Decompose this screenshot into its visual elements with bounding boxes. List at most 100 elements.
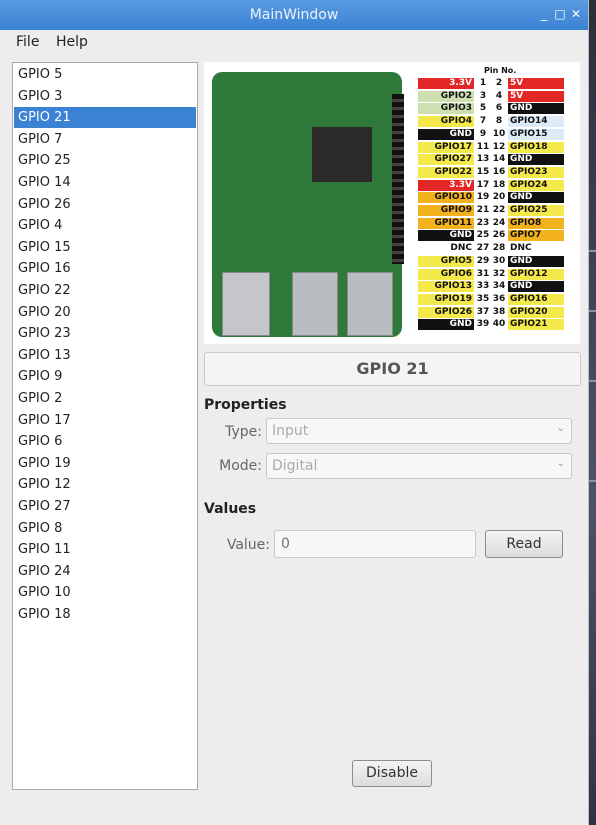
usb-port (347, 272, 393, 336)
pin-left-number: 33 (476, 281, 490, 292)
list-item[interactable]: GPIO 3 (14, 86, 196, 107)
type-value: Input (272, 423, 309, 439)
list-item[interactable]: GPIO 6 (14, 431, 196, 452)
pin-right-number: 30 (492, 255, 506, 266)
pin-right-number: 8 (495, 116, 503, 127)
pin-right-label: GPIO14 (508, 116, 564, 128)
pin-left-number: 23 (476, 217, 490, 228)
type-combobox[interactable]: Input ⌄ (266, 418, 572, 444)
pin-row: GPIO5 29 30 GND (418, 255, 578, 267)
pin-right-number: 36 (492, 293, 506, 304)
pin-left-label: GND (418, 128, 474, 140)
title-bar[interactable]: MainWindow _ □ ✕ (0, 0, 588, 30)
pin-number-header: Pin No. (484, 66, 517, 75)
pin-row: GND 9 10 GPIO15 (418, 128, 578, 140)
gpio-list[interactable]: GPIO 5 GPIO 3 GPIO 21 GPIO 7 GPIO 25 GPIO 14 G… (12, 62, 198, 790)
menu-file[interactable]: File (16, 34, 39, 50)
pin-left-number: 27 (476, 243, 490, 254)
pin-row: 3.3V 17 18 GPIO24 (418, 179, 578, 191)
gpio-header (392, 94, 404, 264)
pin-right-number: 24 (492, 217, 506, 228)
pin-left-number: 39 (476, 319, 490, 330)
pin-left-number: 29 (476, 255, 490, 266)
pin-left-number: 17 (476, 179, 490, 190)
list-item[interactable]: GPIO 5 (14, 64, 196, 85)
list-item[interactable]: GPIO 16 (14, 258, 196, 279)
pin-row: GPIO19 35 36 GPIO16 (418, 293, 578, 305)
list-item[interactable]: GPIO 7 (14, 129, 196, 150)
mode-combobox[interactable]: Digital ⌄ (266, 453, 572, 479)
window-title: MainWindow (249, 7, 339, 23)
pin-left-label: 3.3V (418, 78, 474, 89)
pin-left-number: 25 (476, 230, 490, 241)
list-item[interactable]: GPIO 2 (14, 388, 196, 409)
desktop-background (588, 0, 596, 825)
pin-right-number: 10 (492, 128, 506, 139)
list-item[interactable]: GPIO 23 (14, 323, 196, 344)
pin-left-number: 19 (476, 192, 490, 203)
pin-right-number: 38 (492, 306, 506, 317)
maximize-icon[interactable]: □ (552, 6, 568, 22)
list-item[interactable]: GPIO 26 (14, 194, 196, 215)
list-item[interactable]: GPIO 4 (14, 215, 196, 236)
pin-right-number: 28 (492, 243, 506, 254)
list-item[interactable]: GPIO 19 (14, 453, 196, 474)
pin-left-label: GPIO10 (418, 192, 474, 204)
list-item[interactable]: GPIO 9 (14, 366, 196, 387)
list-item[interactable]: GPIO 25 (14, 150, 196, 171)
pin-left-number: 5 (479, 103, 487, 114)
menu-help[interactable]: Help (56, 34, 88, 50)
read-button[interactable]: Read (485, 530, 563, 558)
list-item[interactable]: GPIO 14 (14, 172, 196, 193)
pin-right-label: DNC (508, 243, 564, 255)
pin-left-label: GPIO5 (418, 255, 474, 267)
desktop-fragment (588, 380, 596, 382)
list-item[interactable]: GPIO 17 (14, 410, 196, 431)
pin-right-label: GPIO8 (508, 217, 564, 229)
value-field[interactable] (274, 530, 476, 558)
list-item[interactable]: GPIO 15 (14, 237, 196, 258)
list-item[interactable]: GPIO 20 (14, 302, 196, 323)
menu-bar: File Help (0, 30, 588, 56)
chevron-down-icon: ⌄ (556, 458, 565, 469)
pin-row: GND 25 26 GPIO7 (418, 230, 578, 242)
list-item[interactable]: GPIO 24 (14, 561, 196, 582)
list-item[interactable]: GPIO 13 (14, 345, 196, 366)
list-item[interactable]: GPIO 22 (14, 280, 196, 301)
pin-right-label: GPIO18 (508, 141, 564, 153)
pin-left-label: GPIO27 (418, 154, 474, 166)
list-item[interactable]: GPIO 10 (14, 582, 196, 603)
mode-label: Mode: (219, 458, 262, 474)
list-item[interactable]: GPIO 18 (14, 604, 196, 625)
pin-left-number: 31 (476, 268, 490, 279)
mode-value: Digital (272, 458, 318, 474)
disable-button[interactable]: Disable (352, 760, 432, 787)
close-icon[interactable]: ✕ (568, 6, 584, 22)
list-item[interactable]: GPIO 8 (14, 518, 196, 539)
minimize-icon[interactable]: _ (536, 6, 552, 22)
pin-right-number: 32 (492, 268, 506, 279)
pin-left-label: GPIO17 (418, 141, 474, 153)
pin-left-label: GPIO3 (418, 103, 474, 115)
pin-left-number: 7 (479, 116, 487, 127)
raspberry-pi-board (212, 72, 404, 337)
pin-right-label: GPIO23 (508, 166, 564, 178)
pin-left-label: DNC (418, 243, 474, 255)
pin-right-number: 2 (495, 78, 503, 88)
ethernet-port (222, 272, 270, 336)
pin-left-label: GPIO22 (418, 166, 474, 178)
desktop-fragment (588, 480, 596, 482)
list-item[interactable]: GPIO 21 (14, 107, 196, 129)
list-item[interactable]: GPIO 12 (14, 474, 196, 495)
pin-right-label: GPIO7 (508, 230, 564, 242)
list-item[interactable]: GPIO 11 (14, 539, 196, 560)
value-input[interactable] (279, 535, 473, 553)
values-heading: Values (204, 501, 257, 517)
pin-right-number: 40 (492, 319, 506, 330)
pin-right-label: 5V (508, 90, 564, 102)
pin-right-number: 22 (492, 205, 506, 215)
pin-left-number: 21 (476, 205, 490, 215)
list-item[interactable]: GPIO 27 (14, 496, 196, 517)
pin-row: GND 39 40 GPIO21 (418, 319, 578, 331)
pin-row: GPIO17 11 12 GPIO18 (418, 141, 578, 153)
